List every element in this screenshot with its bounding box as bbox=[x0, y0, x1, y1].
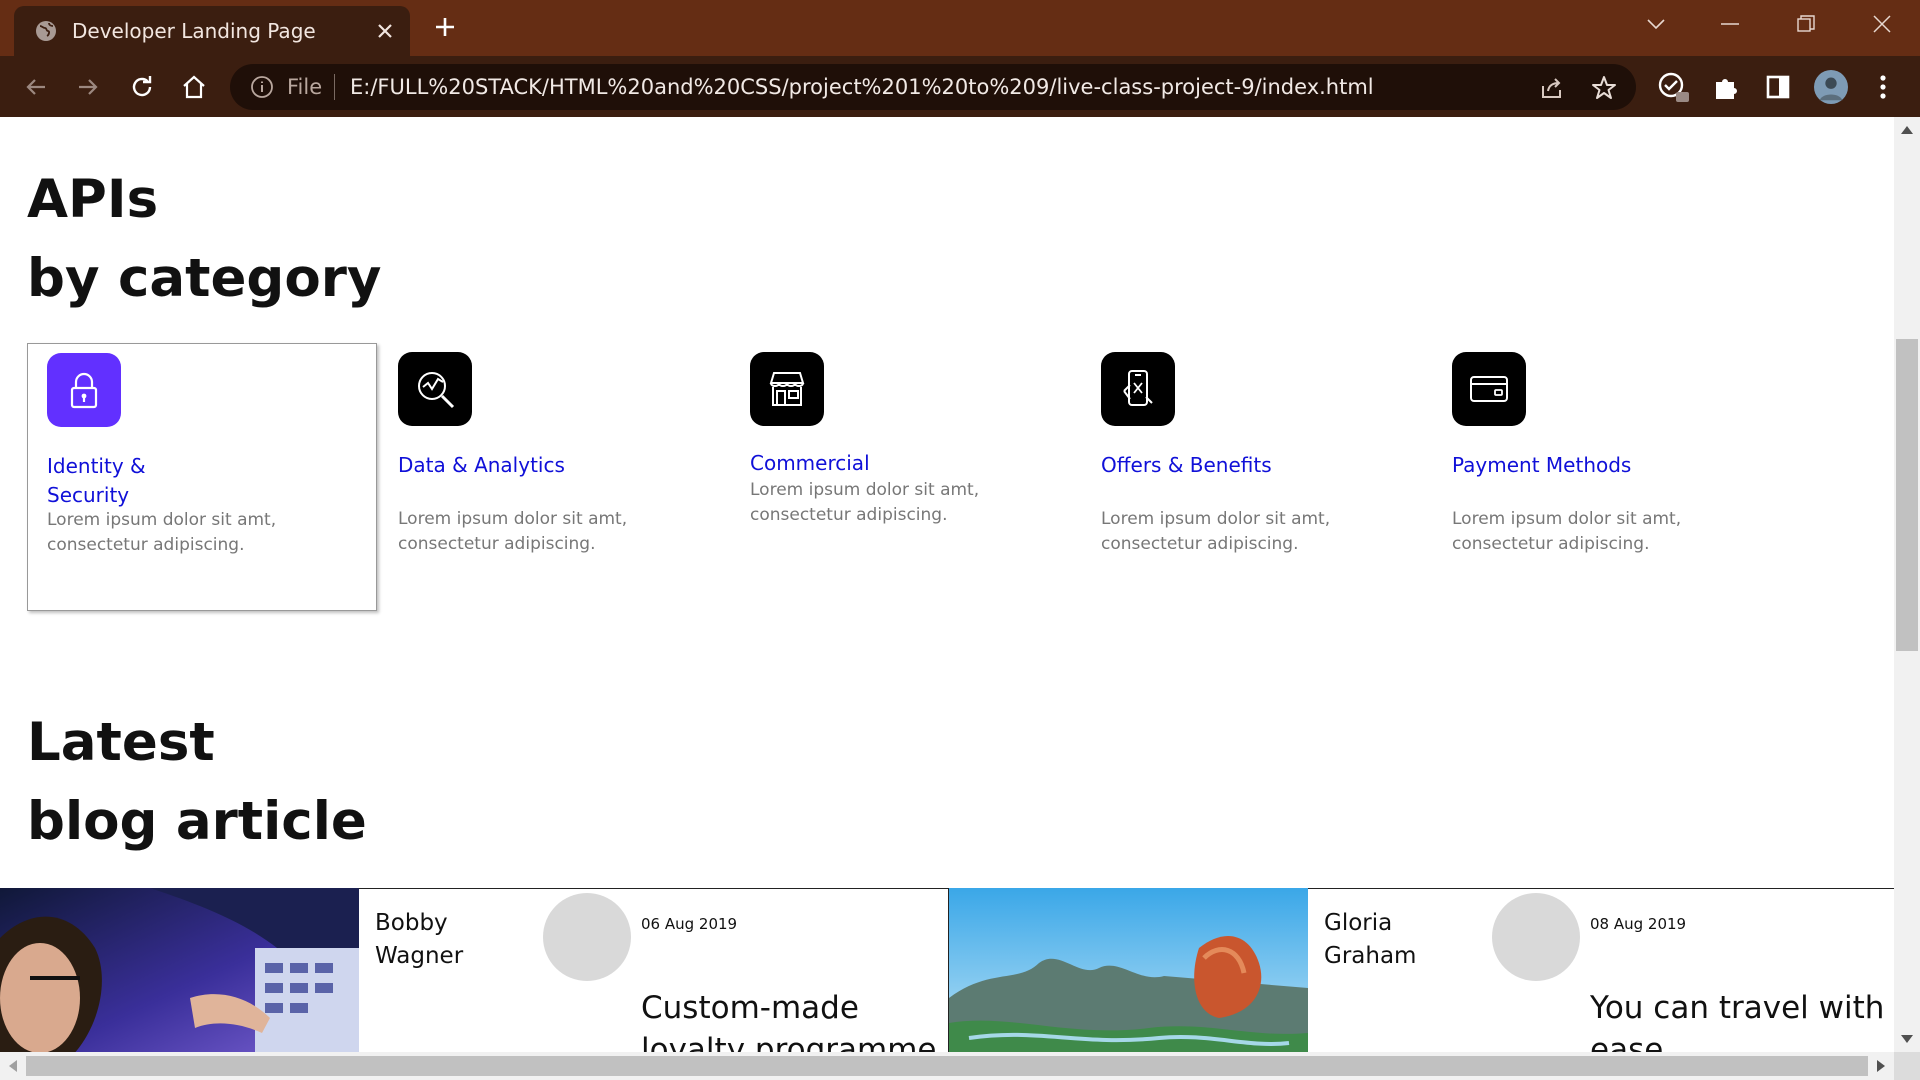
card-description: Lorem ipsum dolor sit amt, consectetur a… bbox=[398, 509, 628, 554]
blog-heading: Latest blog article bbox=[27, 703, 367, 861]
lock-icon bbox=[47, 353, 121, 427]
apis-heading: APIs by category bbox=[27, 160, 381, 318]
article-image[interactable] bbox=[949, 888, 1308, 1052]
card-description: Lorem ipsum dolor sit amt, consectetur a… bbox=[1101, 509, 1331, 554]
url-text[interactable]: E:/FULL%20STACK/HTML%20and%20CSS/project… bbox=[350, 75, 1374, 99]
scroll-up-arrow-icon[interactable] bbox=[1894, 117, 1920, 143]
card-description: Lorem ipsum dolor sit amt, consectetur a… bbox=[1452, 509, 1682, 554]
new-tab-icon[interactable] bbox=[430, 12, 460, 42]
tab-close-icon[interactable] bbox=[372, 18, 398, 44]
apis-heading-line2: by category bbox=[27, 248, 382, 309]
forward-icon[interactable] bbox=[71, 70, 105, 104]
minimize-icon[interactable] bbox=[1710, 8, 1750, 40]
url-separator bbox=[334, 74, 335, 100]
home-icon[interactable] bbox=[177, 70, 211, 104]
api-card-offers-benefits[interactable]: Offers & Benefits Lorem ipsum dolor sit … bbox=[1082, 343, 1432, 611]
side-panel-icon[interactable] bbox=[1761, 70, 1795, 104]
globe-icon bbox=[36, 21, 56, 41]
article-image[interactable] bbox=[0, 888, 359, 1052]
credit-card-icon bbox=[1452, 352, 1526, 426]
article-card[interactable]: Gloria Graham 08 Aug 2019 You can travel… bbox=[1308, 888, 1894, 1052]
reload-icon[interactable] bbox=[125, 70, 159, 104]
article-date: 06 Aug 2019 bbox=[641, 915, 738, 933]
article-title[interactable]: Custom-made loyalty programme bbox=[641, 987, 961, 1052]
tab-title: Developer Landing Page bbox=[72, 19, 316, 43]
article-author: Gloria Graham bbox=[1324, 910, 1417, 969]
card-title[interactable]: Data & Analytics bbox=[398, 451, 578, 480]
tab-search-chevron-icon[interactable] bbox=[1636, 8, 1676, 40]
share-icon[interactable] bbox=[1538, 74, 1566, 102]
article-card[interactable]: Bobby Wagner 06 Aug 2019 Custom-made loy… bbox=[359, 888, 949, 1052]
api-card-identity-security[interactable]: Identity & Security Lorem ipsum dolor si… bbox=[27, 343, 377, 611]
api-card-data-analytics[interactable]: Data & Analytics Lorem ipsum dolor sit a… bbox=[379, 343, 729, 611]
restore-icon[interactable] bbox=[1786, 8, 1826, 40]
api-card-commercial[interactable]: Commercial Lorem ipsum dolor sit amt, co… bbox=[731, 343, 1081, 611]
card-title[interactable]: Payment Methods bbox=[1452, 451, 1632, 480]
horizontal-scrollbar[interactable] bbox=[0, 1052, 1894, 1080]
close-window-icon[interactable] bbox=[1862, 8, 1902, 40]
browser-toolbar: File E:/FULL%20STACK/HTML%20and%20CSS/pr… bbox=[0, 56, 1920, 117]
blog-heading-line1: Latest bbox=[27, 712, 215, 773]
scroll-right-arrow-icon[interactable] bbox=[1868, 1052, 1894, 1080]
article-author: Bobby Wagner bbox=[375, 910, 464, 969]
browser-tab[interactable]: Developer Landing Page bbox=[14, 6, 410, 56]
back-icon[interactable] bbox=[19, 70, 53, 104]
apis-heading-line1: APIs bbox=[27, 169, 159, 230]
bookmark-star-icon[interactable] bbox=[1590, 74, 1618, 102]
article-title[interactable]: You can travel with ease bbox=[1590, 987, 1894, 1052]
extensions-puzzle-icon[interactable] bbox=[1709, 70, 1743, 104]
page-viewport: APIs by category Identity & Security Lor… bbox=[0, 117, 1894, 1052]
address-bar[interactable]: File E:/FULL%20STACK/HTML%20and%20CSS/pr… bbox=[230, 64, 1636, 110]
card-description: Lorem ipsum dolor sit amt, consectetur a… bbox=[47, 510, 277, 555]
api-card-payment-methods[interactable]: Payment Methods Lorem ipsum dolor sit am… bbox=[1433, 343, 1783, 611]
magnifier-chart-icon bbox=[398, 352, 472, 426]
scrollbar-corner bbox=[1894, 1052, 1920, 1080]
card-title[interactable]: Commercial bbox=[750, 449, 930, 478]
card-title[interactable]: Identity & Security bbox=[47, 452, 227, 510]
profile-avatar[interactable] bbox=[1814, 70, 1848, 104]
card-description: Lorem ipsum dolor sit amt, consectetur a… bbox=[750, 480, 980, 525]
scroll-down-arrow-icon[interactable] bbox=[1894, 1026, 1920, 1052]
menu-kebab-icon[interactable] bbox=[1866, 70, 1900, 104]
scroll-left-arrow-icon[interactable] bbox=[0, 1052, 26, 1080]
url-scheme-label: File bbox=[287, 75, 323, 99]
author-avatar bbox=[1492, 893, 1580, 981]
article-date: 08 Aug 2019 bbox=[1590, 915, 1687, 933]
vertical-scrollbar[interactable] bbox=[1894, 117, 1920, 1052]
tab-strip: Developer Landing Page bbox=[0, 0, 1920, 56]
site-info-icon[interactable] bbox=[250, 75, 274, 99]
blog-heading-line2: blog article bbox=[27, 791, 367, 852]
storefront-icon bbox=[750, 352, 824, 426]
mobile-offer-icon bbox=[1101, 352, 1175, 426]
horizontal-scroll-thumb[interactable] bbox=[26, 1056, 1868, 1076]
vertical-scroll-thumb[interactable] bbox=[1896, 339, 1918, 651]
author-avatar bbox=[543, 893, 631, 981]
card-title[interactable]: Offers & Benefits bbox=[1101, 451, 1281, 480]
extension-status-icon[interactable] bbox=[1656, 70, 1690, 104]
